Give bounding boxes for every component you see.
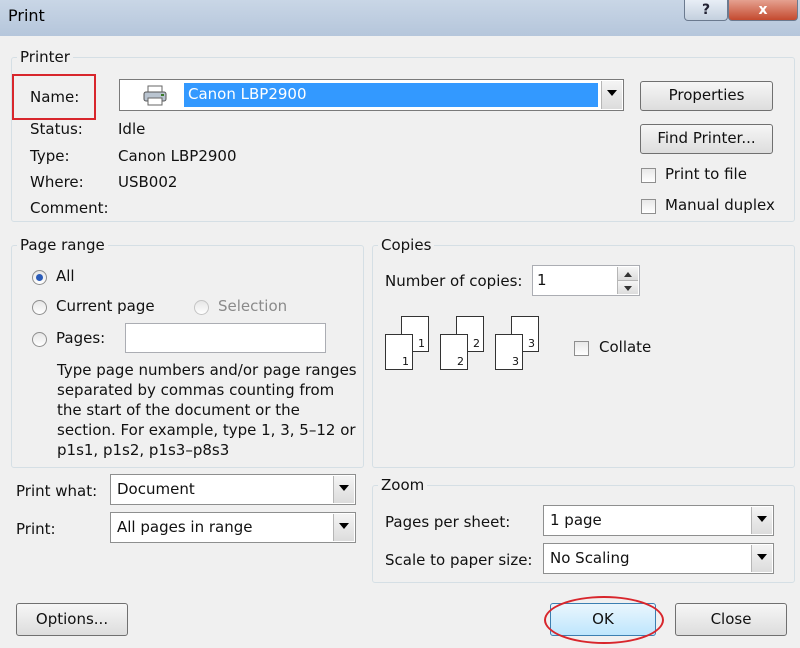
selection-radio[interactable] (194, 300, 209, 315)
close-icon: x (758, 2, 768, 18)
collate-label[interactable]: Collate (599, 338, 651, 356)
print-to-file-checkbox[interactable] (641, 168, 656, 183)
page-range-help-text: Type page numbers and/or page ranges sep… (57, 361, 357, 459)
close-button-label: Close (710, 610, 752, 628)
collate-stack-2: 2 2 (440, 316, 490, 380)
pages-per-sheet-label: Pages per sheet: (385, 513, 511, 531)
number-of-copies-label: Number of copies: (385, 272, 523, 290)
status-label: Status: (30, 120, 83, 138)
copies-group-label: Copies (381, 236, 432, 254)
scale-to-paper-dropdown-icon[interactable] (751, 545, 772, 572)
collate-page-front: 1 (385, 334, 413, 370)
printer-name-label: Name: (30, 88, 80, 106)
pages-per-sheet-select[interactable]: 1 page (543, 505, 774, 536)
collate-page-front: 3 (495, 334, 523, 370)
properties-button-label: Properties (668, 86, 745, 104)
printer-icon (142, 85, 168, 107)
page-range-group-label: Page range (20, 236, 105, 254)
print-what-label: Print what: (16, 482, 98, 500)
printer-name-dropdown-icon[interactable] (601, 81, 622, 109)
manual-duplex-label[interactable]: Manual duplex (665, 196, 775, 214)
title-bar: Print ? x (0, 0, 800, 36)
options-button-label: Options... (35, 610, 109, 628)
where-label: Where: (30, 173, 84, 191)
printer-name-value: Canon LBP2900 (188, 85, 307, 103)
find-printer-button-label: Find Printer... (657, 129, 756, 147)
comment-label: Comment: (30, 199, 109, 217)
ok-button-highlight (544, 596, 664, 644)
collate-page-front: 2 (440, 334, 468, 370)
scale-to-paper-select[interactable]: No Scaling (543, 543, 774, 574)
print-select[interactable]: All pages in range (110, 512, 356, 543)
print-what-dropdown-icon[interactable] (333, 476, 354, 503)
help-button[interactable]: ? (684, 0, 728, 21)
printer-group-label: Printer (20, 48, 70, 66)
print-dropdown-icon[interactable] (333, 514, 354, 541)
print-what-value: Document (117, 480, 195, 498)
number-of-copies-value: 1 (537, 271, 547, 289)
all-radio[interactable] (32, 270, 47, 285)
copies-up-arrow-icon[interactable] (617, 267, 638, 281)
pages-per-sheet-dropdown-icon[interactable] (751, 507, 772, 534)
status-value: Idle (118, 120, 146, 138)
help-icon: ? (701, 2, 711, 18)
print-what-select[interactable]: Document (110, 474, 356, 505)
pages-radio[interactable] (32, 332, 47, 347)
scale-to-paper-value: No Scaling (550, 549, 630, 567)
print-value: All pages in range (117, 518, 253, 536)
dialog-client-area: Printer Name: Canon LBP2900 Properties F… (8, 36, 798, 648)
close-button[interactable]: Close (675, 603, 787, 636)
where-value: USB002 (118, 173, 178, 191)
number-of-copies-input[interactable]: 1 (532, 265, 640, 296)
manual-duplex-checkbox[interactable] (641, 199, 656, 214)
collate-stack-3: 3 3 (495, 316, 545, 380)
current-page-radio-label[interactable]: Current page (56, 297, 155, 315)
print-label: Print: (16, 520, 56, 538)
zoom-group-label: Zoom (381, 476, 425, 494)
printer-name-selection: Canon LBP2900 (184, 83, 598, 107)
print-to-file-label[interactable]: Print to file (665, 165, 747, 183)
window-title: Print (8, 6, 45, 25)
close-window-button[interactable]: x (728, 0, 798, 21)
collate-checkbox[interactable] (574, 341, 589, 356)
collate-stack-1: 1 1 (385, 316, 435, 380)
pages-radio-label[interactable]: Pages: (56, 329, 105, 347)
find-printer-button[interactable]: Find Printer... (640, 124, 773, 154)
selection-radio-label[interactable]: Selection (218, 297, 287, 315)
pages-input[interactable] (125, 323, 326, 353)
copies-down-arrow-icon[interactable] (617, 281, 638, 294)
properties-button[interactable]: Properties (640, 81, 773, 111)
type-value: Canon LBP2900 (118, 147, 237, 165)
printer-name-select[interactable]: Canon LBP2900 (119, 79, 624, 111)
pages-per-sheet-value: 1 page (550, 511, 602, 529)
options-button[interactable]: Options... (16, 603, 128, 636)
scale-to-paper-label: Scale to paper size: (385, 551, 533, 569)
current-page-radio[interactable] (32, 300, 47, 315)
type-label: Type: (30, 147, 70, 165)
all-radio-label[interactable]: All (56, 267, 75, 285)
